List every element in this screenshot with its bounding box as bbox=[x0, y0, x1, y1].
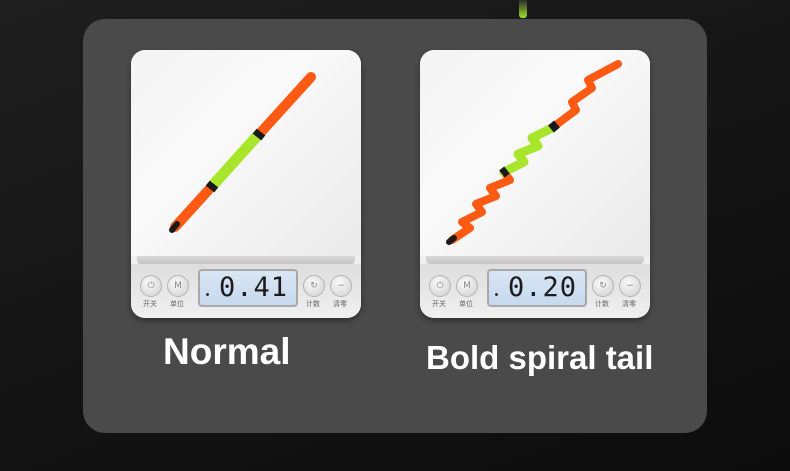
float-green-band bbox=[499, 123, 557, 177]
float-tail-tip bbox=[169, 221, 180, 233]
unit-icon: M bbox=[463, 281, 471, 291]
scale-normal: ⏻ M 开关 单位 0.41 ↻ − 计数 清零 bbox=[131, 50, 361, 318]
tare-icon: − bbox=[337, 281, 345, 291]
float-ring bbox=[499, 166, 510, 178]
lcd-display: 0.20 bbox=[487, 269, 587, 307]
count-icon: ↻ bbox=[599, 281, 607, 291]
power-button[interactable]: ⏻ bbox=[140, 275, 162, 297]
power-label: 开关 bbox=[432, 300, 446, 308]
caption-bold-spiral-tail: Bold spiral tail bbox=[426, 339, 654, 376]
count-button[interactable]: ↻ bbox=[303, 275, 325, 297]
power-icon: ⏻ bbox=[147, 281, 155, 291]
power-label: 开关 bbox=[143, 300, 157, 308]
spiral-tail bbox=[448, 168, 514, 244]
weight-readout: 0.20 bbox=[507, 272, 577, 303]
power-icon: ⏻ bbox=[436, 281, 444, 291]
comparison-panel: ⏻ M 开关 单位 0.41 ↻ − 计数 清零 Normal ⏻ M 开关 单… bbox=[83, 19, 707, 433]
float-ring bbox=[548, 120, 560, 133]
tare-label: 清零 bbox=[333, 300, 347, 308]
tare-icon: − bbox=[626, 281, 634, 291]
weight-readout: 0.41 bbox=[218, 272, 288, 303]
lcd-display: 0.41 bbox=[198, 269, 298, 307]
float-body bbox=[552, 60, 622, 129]
caption-normal: Normal bbox=[163, 331, 291, 372]
float-tail-tip bbox=[446, 235, 457, 245]
count-label: 计数 bbox=[306, 300, 320, 308]
float-tip-top bbox=[519, 0, 527, 18]
unit-icon: M bbox=[174, 281, 182, 291]
unit-label: 单位 bbox=[170, 300, 184, 308]
scale-bold-spiral-tail: ⏻ M 开关 单位 0.20 ↻ − 计数 清零 bbox=[420, 50, 650, 318]
count-button[interactable]: ↻ bbox=[592, 275, 614, 297]
count-label: 计数 bbox=[595, 300, 609, 308]
tare-button[interactable]: − bbox=[619, 275, 641, 297]
unit-button[interactable]: M bbox=[456, 275, 478, 297]
float-ring bbox=[205, 180, 219, 193]
float-ring bbox=[252, 128, 266, 141]
unit-button[interactable]: M bbox=[167, 275, 189, 297]
unit-label: 单位 bbox=[459, 300, 473, 308]
tare-label: 清零 bbox=[622, 300, 636, 308]
count-icon: ↻ bbox=[310, 281, 318, 291]
float-green-band bbox=[208, 130, 264, 189]
tare-button[interactable]: − bbox=[330, 275, 352, 297]
power-button[interactable]: ⏻ bbox=[429, 275, 451, 297]
